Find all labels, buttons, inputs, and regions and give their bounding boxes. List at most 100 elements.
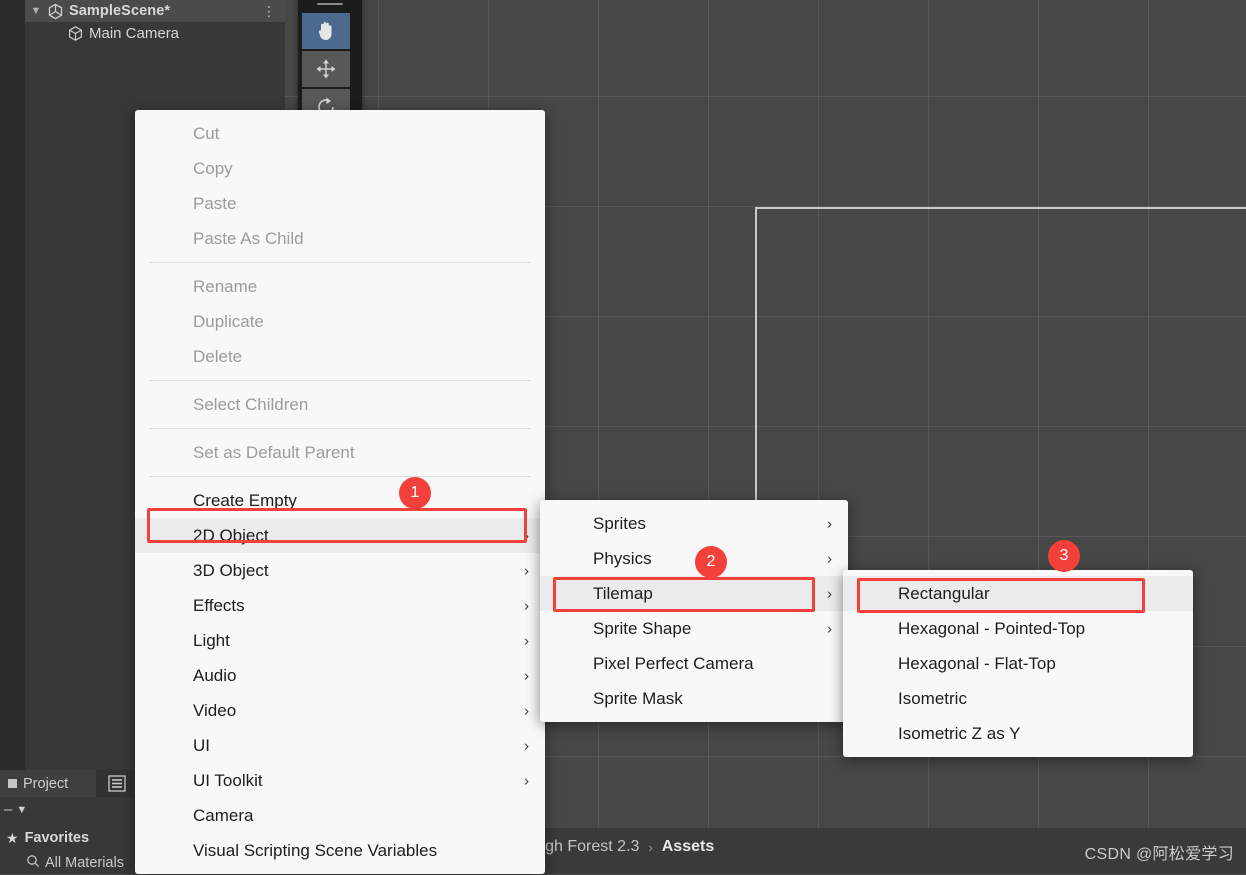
scene-foldout-icon[interactable]: ▼ (25, 5, 47, 17)
menu-item-paste[interactable]: Paste (135, 186, 545, 221)
menu-item-label: Isometric Z as Y (898, 723, 1021, 743)
menu-separator (149, 428, 531, 429)
menu-item-visual-scripting-scene-variables[interactable]: Visual Scripting Scene Variables (135, 833, 545, 868)
tab-project[interactable]: Project (0, 770, 96, 797)
chevron-right-icon: › (827, 620, 832, 637)
chevron-right-icon: › (827, 585, 832, 602)
menu-item-2d-object[interactable]: 2D Object › (135, 518, 545, 553)
project-tab-icon (8, 779, 17, 788)
chevron-right-icon: › (524, 597, 529, 614)
menu-item-sprite-mask[interactable]: Sprite Mask (540, 681, 848, 716)
breadcrumb-item-assets[interactable]: Assets (662, 838, 714, 856)
hand-tool-button[interactable] (302, 13, 350, 49)
chevron-right-icon: › (524, 527, 529, 544)
menu-item-label: UI (193, 735, 210, 755)
menu-item-hexagonal-flat-top[interactable]: Hexagonal - Flat-Top (843, 646, 1193, 681)
project-collapse-icon[interactable]: – (4, 801, 12, 818)
menu-item-label: Light (193, 630, 230, 650)
menu-separator (149, 380, 531, 381)
menu-item-label: Cut (193, 123, 220, 143)
menu-item-sprites[interactable]: Sprites › (540, 506, 848, 541)
menu-item-label: Camera (193, 805, 254, 825)
menu-item-label: Duplicate (193, 311, 264, 331)
chevron-down-icon[interactable]: ▼ (16, 804, 27, 816)
menu-item-label: Hexagonal - Flat-Top (898, 653, 1056, 673)
menu-item-rename[interactable]: Rename (135, 269, 545, 304)
breadcrumb-separator-icon: › (648, 839, 653, 855)
menu-item-label: Set as Default Parent (193, 442, 355, 462)
chevron-right-icon: › (827, 515, 832, 532)
toolbar-drag-handle[interactable] (302, 0, 358, 10)
menu-item-pixel-perfect-camera[interactable]: Pixel Perfect Camera (540, 646, 848, 681)
hand-icon (318, 22, 332, 40)
context-menu-tilemap[interactable]: Rectangular Hexagonal - Pointed-Top Hexa… (843, 570, 1193, 757)
menu-item-camera[interactable]: Camera (135, 798, 545, 833)
menu-item-label: Rename (193, 276, 258, 296)
favorites-label: Favorites (24, 830, 90, 846)
menu-item-label: Select Children (193, 394, 309, 414)
menu-item-label: Hexagonal - Pointed-Top (898, 618, 1086, 638)
context-menu-2d-object[interactable]: Sprites › Physics › Tilemap › Sprite Sha… (540, 500, 848, 722)
menu-item-label: Sprites (593, 513, 646, 533)
menu-item-label: Paste As Child (193, 228, 304, 248)
menu-item-label: Physics (593, 548, 652, 568)
annotation-badge-3: 3 (1048, 540, 1080, 572)
menu-item-hexagonal-pointed-top[interactable]: Hexagonal - Pointed-Top (843, 611, 1193, 646)
menu-item-label: 2D Object (193, 525, 269, 545)
menu-separator (149, 476, 531, 477)
menu-item-label: Rectangular (898, 583, 990, 603)
scene-view-toolbar[interactable] (298, 0, 362, 127)
gameobject-cube-icon (67, 25, 84, 42)
menu-separator (149, 262, 531, 263)
breadcrumb-item-project[interactable]: High Forest 2.3 (530, 838, 639, 856)
menu-item-label: Sprite Shape (593, 618, 692, 638)
watermark-label: CSDN @阿松爱学习 (1084, 846, 1234, 863)
menu-item-physics[interactable]: Physics › (540, 541, 848, 576)
menu-item-rectangular[interactable]: Rectangular (843, 576, 1193, 611)
project-tab-label: Project (23, 775, 69, 792)
menu-item-label: Create Empty (193, 490, 297, 510)
menu-item-delete[interactable]: Delete (135, 339, 545, 374)
menu-item-label: Copy (193, 158, 233, 178)
all-materials-label: All Materials (45, 855, 124, 871)
move-icon (316, 59, 336, 79)
menu-item-label: Isometric (898, 688, 967, 708)
menu-item-copy[interactable]: Copy (135, 151, 545, 186)
list-view-icon[interactable] (108, 775, 126, 792)
menu-item-label: Visual Scripting Scene Variables (193, 840, 438, 860)
chevron-right-icon: › (524, 772, 529, 789)
menu-item-audio[interactable]: Audio › (135, 658, 545, 693)
context-menu-root[interactable]: Cut Copy Paste Paste As Child Rename Dup… (135, 110, 545, 874)
unity-scene-icon (47, 3, 64, 20)
menu-item-light[interactable]: Light › (135, 623, 545, 658)
menu-item-label: Delete (193, 346, 243, 366)
chevron-right-icon: › (524, 737, 529, 754)
menu-item-set-as-default-parent[interactable]: Set as Default Parent (135, 435, 545, 470)
menu-item-select-children[interactable]: Select Children (135, 387, 545, 422)
scene-name-label: SampleScene* (69, 3, 171, 19)
hierarchy-kebab-menu-icon[interactable]: ⋮ (262, 2, 276, 20)
menu-item-3d-object[interactable]: 3D Object › (135, 553, 545, 588)
menu-item-isometric-z-as-y[interactable]: Isometric Z as Y (843, 716, 1193, 751)
chevron-right-icon: › (524, 702, 529, 719)
chevron-right-icon: › (524, 562, 529, 579)
menu-item-paste-as-child[interactable]: Paste As Child (135, 221, 545, 256)
menu-item-label: Effects (193, 595, 245, 615)
breadcrumb[interactable]: High Forest 2.3 › Assets (530, 838, 714, 856)
menu-item-effects[interactable]: Effects › (135, 588, 545, 623)
menu-item-ui-toolkit[interactable]: UI Toolkit › (135, 763, 545, 798)
menu-item-ui[interactable]: UI › (135, 728, 545, 763)
menu-item-duplicate[interactable]: Duplicate (135, 304, 545, 339)
annotation-badge-1: 1 (399, 477, 431, 509)
menu-item-cut[interactable]: Cut (135, 116, 545, 151)
menu-item-video[interactable]: Video › (135, 693, 545, 728)
menu-item-isometric[interactable]: Isometric (843, 681, 1193, 716)
search-icon (26, 854, 40, 873)
menu-item-create-empty[interactable]: Create Empty (135, 483, 545, 518)
menu-item-label: Tilemap (593, 583, 653, 603)
move-tool-button[interactable] (302, 51, 350, 87)
menu-item-sprite-shape[interactable]: Sprite Shape › (540, 611, 848, 646)
hierarchy-scene-row[interactable]: ▼ SampleScene* ⋮ (25, 0, 285, 22)
menu-item-tilemap[interactable]: Tilemap › (540, 576, 848, 611)
hierarchy-item-main-camera[interactable]: Main Camera (25, 20, 285, 46)
